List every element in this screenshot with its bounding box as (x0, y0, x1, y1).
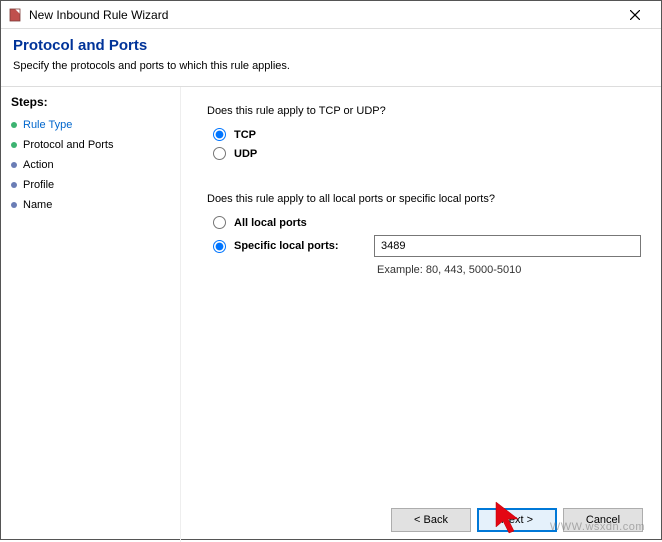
radio-label: All local ports (234, 217, 307, 229)
option-udp[interactable]: UDP (207, 144, 641, 163)
step-profile[interactable]: Profile (11, 175, 170, 195)
titlebar: New Inbound Rule Wizard (1, 1, 661, 29)
radio-label: TCP (234, 129, 256, 141)
step-rule-type[interactable]: Rule Type (11, 115, 170, 135)
bullet-icon (11, 122, 17, 128)
step-label: Protocol and Ports (23, 139, 114, 151)
page-title: Protocol and Ports (13, 37, 649, 54)
radio-all-ports[interactable] (213, 216, 226, 229)
radio-udp[interactable] (213, 147, 226, 160)
close-button[interactable] (615, 1, 655, 29)
radio-label: Specific local ports: (234, 240, 374, 252)
close-icon (630, 10, 640, 20)
step-name[interactable]: Name (11, 195, 170, 215)
step-label: Profile (23, 179, 54, 191)
step-action[interactable]: Action (11, 155, 170, 175)
app-icon (7, 7, 23, 23)
cancel-button[interactable]: Cancel (563, 508, 643, 532)
option-specific-ports[interactable]: Specific local ports: (213, 240, 374, 253)
bullet-icon (11, 182, 17, 188)
back-button[interactable]: < Back (391, 508, 471, 532)
radio-label: UDP (234, 148, 257, 160)
wizard-header: Protocol and Ports Specify the protocols… (1, 29, 661, 86)
radio-tcp[interactable] (213, 128, 226, 141)
step-label: Name (23, 199, 52, 211)
wizard-content: Does this rule apply to TCP or UDP? TCP … (181, 87, 661, 542)
bullet-icon (11, 162, 17, 168)
next-button[interactable]: Next > (477, 508, 557, 532)
bullet-icon (11, 202, 17, 208)
ports-example: Example: 80, 443, 5000-5010 (377, 264, 641, 276)
step-label: Action (23, 159, 54, 171)
page-subtitle: Specify the protocols and ports to which… (13, 60, 649, 72)
option-tcp[interactable]: TCP (207, 125, 641, 144)
wizard-buttons: < Back Next > Cancel (391, 508, 643, 532)
step-protocol-and-ports[interactable]: Protocol and Ports (11, 135, 170, 155)
ports-input[interactable] (374, 235, 641, 257)
window-title: New Inbound Rule Wizard (29, 8, 615, 22)
bullet-icon (11, 142, 17, 148)
question-protocol: Does this rule apply to TCP or UDP? (207, 105, 641, 117)
option-all-ports[interactable]: All local ports (207, 213, 641, 232)
step-label: Rule Type (23, 119, 72, 131)
question-ports: Does this rule apply to all local ports … (207, 193, 641, 205)
steps-sidebar: Steps: Rule Type Protocol and Ports Acti… (1, 87, 181, 542)
steps-heading: Steps: (11, 95, 170, 109)
radio-specific-ports[interactable] (213, 240, 226, 253)
